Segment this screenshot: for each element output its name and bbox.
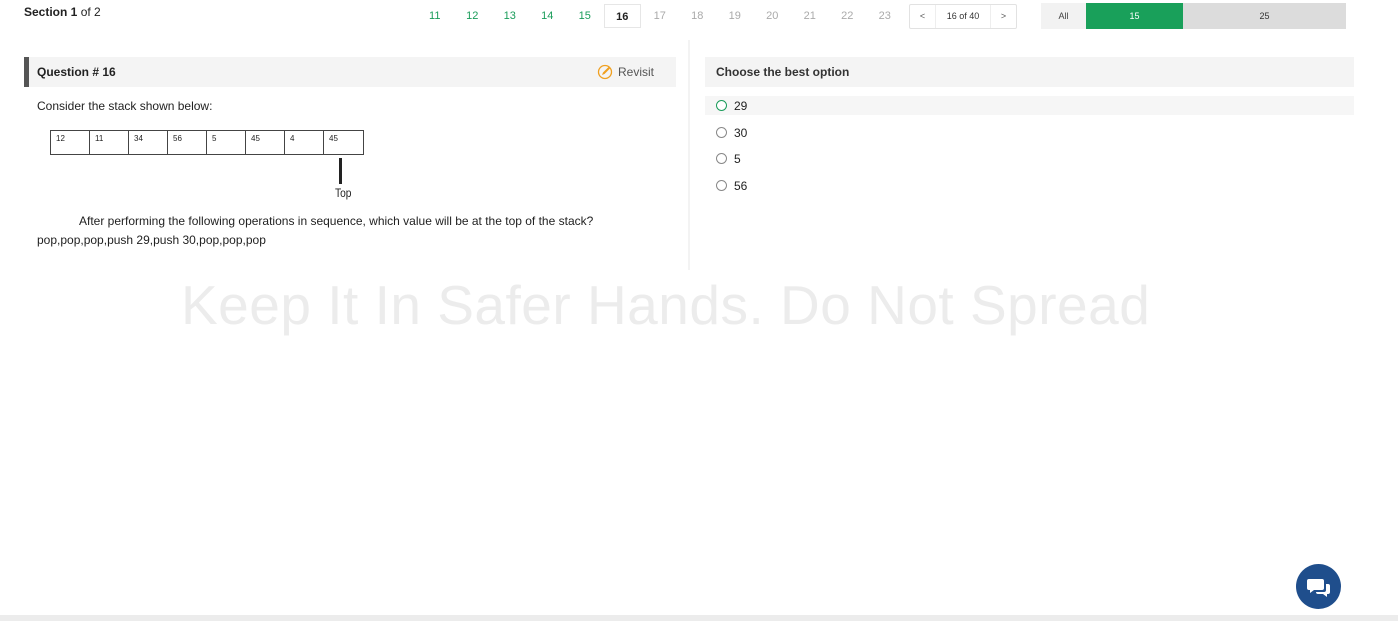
stack-cell: 5: [207, 131, 246, 154]
question-nav-item-23[interactable]: 23: [866, 4, 904, 28]
question-nav-item-12[interactable]: 12: [454, 4, 492, 28]
option-2-label: 30: [734, 125, 748, 140]
answer-progress-filter: All 15 25: [1041, 3, 1346, 29]
stack-diagram: 12 11 34 56 5 45 4 45: [50, 130, 364, 155]
left-margin: [0, 0, 12, 621]
question-pager: < 16 of 40 >: [909, 4, 1017, 29]
filter-answered-button[interactable]: 15: [1086, 3, 1183, 29]
option-4-radio[interactable]: [716, 180, 727, 191]
option-4[interactable]: 56: [705, 176, 1354, 195]
question-nav-item-11[interactable]: 11: [416, 4, 454, 28]
option-3[interactable]: 5: [705, 149, 1354, 168]
question-body: After performing the following operation…: [79, 214, 594, 228]
question-intro: Consider the stack shown below:: [37, 99, 213, 113]
stack-cell: 11: [90, 131, 129, 154]
option-3-label: 5: [734, 151, 741, 166]
question-nav-item-19[interactable]: 19: [716, 4, 754, 28]
question-nav-item-14[interactable]: 14: [529, 4, 567, 28]
right-margin: [1368, 0, 1398, 621]
option-2-radio[interactable]: [716, 127, 727, 138]
question-nav-item-13[interactable]: 13: [491, 4, 529, 28]
section-number: Section 1: [24, 5, 78, 19]
option-4-label: 56: [734, 178, 748, 193]
option-1-label: 29: [734, 98, 748, 113]
section-total: of 2: [77, 5, 101, 19]
question-nav-item-17[interactable]: 17: [641, 4, 679, 28]
bottom-scroll-edge: [0, 615, 1398, 621]
filter-remaining-button[interactable]: 25: [1183, 3, 1346, 29]
question-navigator: 11 12 13 14 15 16 17 18 19 20 21 22 23: [416, 3, 904, 29]
options-title: Choose the best option: [716, 65, 850, 79]
option-2[interactable]: 30: [705, 123, 1354, 142]
question-nav-item-22[interactable]: 22: [829, 4, 867, 28]
chat-button[interactable]: [1296, 564, 1341, 609]
top-label: Top: [335, 186, 352, 200]
stack-cell: 4: [285, 131, 324, 154]
pencil-icon: [597, 64, 613, 80]
question-title: Question # 16: [37, 65, 116, 79]
stack-cell: 45: [329, 134, 338, 143]
question-nav-item-18[interactable]: 18: [679, 4, 717, 28]
question-nav-item-15[interactable]: 15: [566, 4, 604, 28]
revisit-label: Revisit: [617, 65, 654, 79]
question-nav-item-21[interactable]: 21: [791, 4, 829, 28]
question-nav-item-16[interactable]: 16: [603, 4, 641, 28]
pager-next-button[interactable]: >: [991, 5, 1016, 28]
panel-divider: [688, 40, 690, 270]
stack-cell: 45: [246, 131, 285, 154]
pager-prev-button[interactable]: <: [910, 5, 935, 28]
top-pointer: [339, 158, 342, 184]
question-header: Question # 16 Revisit: [24, 57, 676, 87]
option-1[interactable]: 29: [705, 96, 1354, 115]
top-bar: Section 1 of 2 11 12 13 14 15 16 17 18 19 20 21 22 2…: [0, 0, 1398, 34]
pager-position: 16 of 40: [935, 5, 991, 28]
option-3-radio[interactable]: [716, 153, 727, 164]
watermark: Keep It In Safer Hands. Do Not Spread: [181, 274, 1151, 336]
question-nav-item-20[interactable]: 20: [754, 4, 792, 28]
option-1-radio[interactable]: [716, 100, 727, 111]
filter-all-button[interactable]: All: [1041, 3, 1086, 29]
section-indicator: Section 1 of 2: [24, 5, 101, 19]
stack-cell: 12: [51, 131, 90, 154]
stack-cell: 56: [168, 131, 207, 154]
revisit-button[interactable]: Revisit: [597, 64, 654, 80]
stack-cell: 34: [129, 131, 168, 154]
options-header: Choose the best option: [705, 57, 1354, 87]
question-operations: pop,pop,pop,push 29,push 30,pop,pop,pop: [37, 233, 266, 247]
chat-icon: [1306, 578, 1330, 597]
